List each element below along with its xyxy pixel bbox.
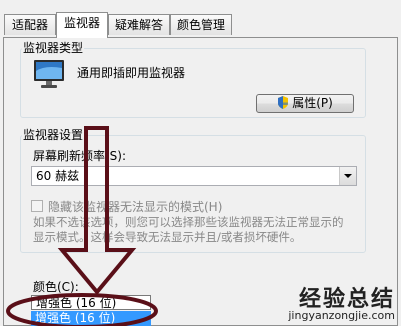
properties-button[interactable]: 属性(P) xyxy=(256,94,354,113)
tab-color-management[interactable]: 颜色管理 xyxy=(170,14,232,35)
tab-strip: 适配器 监视器 疑难解答 颜色管理 xyxy=(0,0,401,38)
shield-icon xyxy=(277,95,289,112)
monitor-settings-legend: 监视器设置 xyxy=(22,128,85,142)
hide-modes-checkbox[interactable] xyxy=(31,200,43,212)
watermark-url: jingyanzongjie.com xyxy=(288,309,395,322)
monitor-type-legend: 监视器类型 xyxy=(22,41,85,55)
tab-troubleshoot[interactable]: 疑难解答 xyxy=(108,14,170,35)
refresh-rate-select[interactable]: 60 赫兹 xyxy=(31,166,357,186)
tab-monitor[interactable]: 监视器 xyxy=(56,12,108,38)
hide-modes-label: 隐藏该监视器无法显示的模式(H) xyxy=(48,200,223,214)
color-depth-value: 增强色 (16 位) xyxy=(36,296,117,310)
color-depth-option-label: 增强色 (16 位) xyxy=(35,311,116,325)
chevron-down-icon xyxy=(339,167,356,185)
refresh-rate-value: 60 赫兹 xyxy=(36,169,80,183)
tab-adapter-label: 适配器 xyxy=(11,18,48,32)
color-depth-select[interactable]: 增强色 (16 位) xyxy=(31,295,151,310)
refresh-rate-label: 屏幕刷新频率(S): xyxy=(33,149,127,163)
hide-modes-hint-line2: 显示模式。这样会导致无法显示并且/或者损坏硬件。 xyxy=(33,230,302,244)
tab-troubleshoot-label: 疑难解答 xyxy=(114,18,163,32)
color-depth-option-selected[interactable]: 增强色 (16 位) xyxy=(31,311,151,326)
tab-adapter[interactable]: 适配器 xyxy=(4,14,56,35)
properties-button-label: 属性(P) xyxy=(292,96,333,110)
tab-color-management-label: 颜色管理 xyxy=(176,18,225,32)
colors-label: 颜色(C): xyxy=(33,280,79,294)
monitor-name: 通用即插即用监视器 xyxy=(77,66,186,80)
tab-monitor-label: 监视器 xyxy=(63,16,100,30)
monitor-icon xyxy=(33,59,65,89)
hide-modes-hint-line1: 如果不选该选项，则您可以选择那些该监视器无法正常显示的 xyxy=(33,215,344,229)
